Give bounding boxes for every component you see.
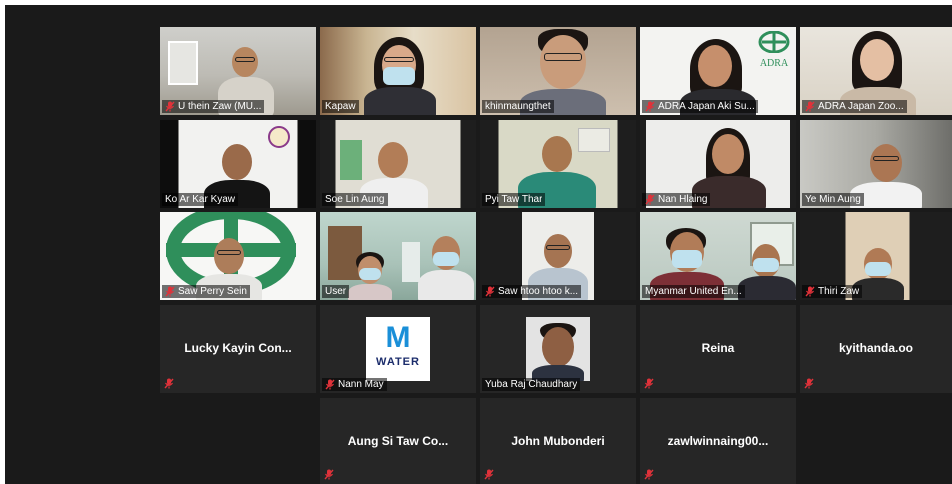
- participant-name-label: Saw htoo htoo k...: [482, 285, 582, 298]
- muted-microphone-icon: [805, 286, 815, 297]
- participant-name-label: Nan Hlaing: [642, 193, 711, 206]
- muted-microphone-icon: [164, 378, 174, 389]
- participant-tile[interactable]: Soe Lin Aung: [320, 120, 476, 208]
- participant-tile[interactable]: Yuba Raj Chaudhary: [480, 305, 636, 393]
- participant-name-label: Yuba Raj Chaudhary: [482, 378, 581, 391]
- participant-tile[interactable]: Saw Perry Sein: [160, 212, 316, 300]
- participant-name-label: Nann May: [322, 378, 387, 391]
- participant-tile[interactable]: Lucky Kayin Con...: [160, 305, 316, 393]
- video-gallery: U thein Zaw (MU... Kapaw khinmaungthet A…: [5, 5, 952, 484]
- profile-photo: [526, 317, 590, 381]
- participant-name-label: Thiri Zaw: [802, 285, 863, 298]
- participant-name-label: U thein Zaw (MU...: [162, 100, 265, 113]
- participant-display-name: zawlwinnaing00...: [667, 434, 769, 448]
- participant-tile[interactable]: U thein Zaw (MU...: [160, 27, 316, 115]
- participant-tile[interactable]: Reina: [640, 305, 796, 393]
- participant-name-label: Myanmar United En...: [642, 285, 745, 298]
- participant-name-label: Ye Min Aung: [802, 193, 864, 206]
- participant-tile[interactable]: Ko Ar Kar Kyaw: [160, 120, 316, 208]
- logo-icon: [268, 126, 290, 148]
- muted-microphone-icon: [645, 101, 655, 112]
- participant-tile[interactable]: Myanmar United En...: [640, 212, 796, 300]
- muted-microphone-icon: [325, 379, 335, 390]
- participant-tile[interactable]: ADRA Japan Zoo...: [800, 27, 952, 115]
- participant-name-label: ADRA Japan Zoo...: [802, 100, 907, 113]
- participant-display-name: John Mubonderi: [511, 434, 605, 448]
- muted-microphone-icon: [645, 194, 655, 205]
- participant-name-label: Saw Perry Sein: [162, 285, 250, 298]
- adra-logo: ADRA: [758, 30, 790, 69]
- participant-tile[interactable]: ADRA ADRA Japan Aki Su...: [640, 27, 796, 115]
- muted-microphone-icon: [644, 378, 654, 389]
- participant-display-name: Reina: [701, 341, 735, 355]
- participant-tile-active-speaker[interactable]: User: [320, 212, 476, 300]
- muted-microphone-icon: [644, 469, 654, 480]
- water-logo-text: WATER: [376, 356, 420, 368]
- adra-logo-text: ADRA: [759, 58, 789, 69]
- participant-name-label: Kapaw: [322, 100, 359, 113]
- muted-microphone-icon: [165, 286, 175, 297]
- participant-name-label: Soe Lin Aung: [322, 193, 388, 206]
- participant-tile[interactable]: Kapaw: [320, 27, 476, 115]
- water-logo: M WATER: [366, 317, 430, 381]
- participant-display-name: Lucky Kayin Con...: [184, 341, 292, 355]
- muted-microphone-icon: [165, 101, 175, 112]
- participant-tile[interactable]: Thiri Zaw: [800, 212, 952, 300]
- participant-tile[interactable]: Saw htoo htoo k...: [480, 212, 636, 300]
- participant-name-label: khinmaungthet: [482, 100, 554, 113]
- muted-microphone-icon: [484, 469, 494, 480]
- participant-tile[interactable]: Pyi Taw Thar: [480, 120, 636, 208]
- participant-display-name: kyithanda.oo: [838, 341, 913, 355]
- globe-icon: [758, 30, 790, 54]
- participant-tile[interactable]: kyithanda.oo: [800, 305, 952, 393]
- muted-microphone-icon: [804, 378, 814, 389]
- muted-microphone-icon: [485, 286, 495, 297]
- participant-tile[interactable]: M WATER Nann May: [320, 305, 476, 393]
- water-logo-letter: M: [385, 321, 411, 354]
- muted-microphone-icon: [805, 101, 815, 112]
- participant-name-label: ADRA Japan Aki Su...: [642, 100, 758, 113]
- participant-name-label: User: [322, 285, 350, 298]
- participant-tile[interactable]: John Mubonderi: [480, 398, 636, 484]
- participant-name-label: Pyi Taw Thar: [482, 193, 546, 206]
- participant-tile[interactable]: Nan Hlaing: [640, 120, 796, 208]
- participant-name-label: Ko Ar Kar Kyaw: [162, 193, 239, 206]
- participant-tile[interactable]: Ye Min Aung: [800, 120, 952, 208]
- participant-tile[interactable]: zawlwinnaing00...: [640, 398, 796, 484]
- participant-display-name: Aung Si Taw Co...: [347, 434, 449, 448]
- participant-tile[interactable]: Aung Si Taw Co...: [320, 398, 476, 484]
- muted-microphone-icon: [324, 469, 334, 480]
- participant-tile[interactable]: khinmaungthet: [480, 27, 636, 115]
